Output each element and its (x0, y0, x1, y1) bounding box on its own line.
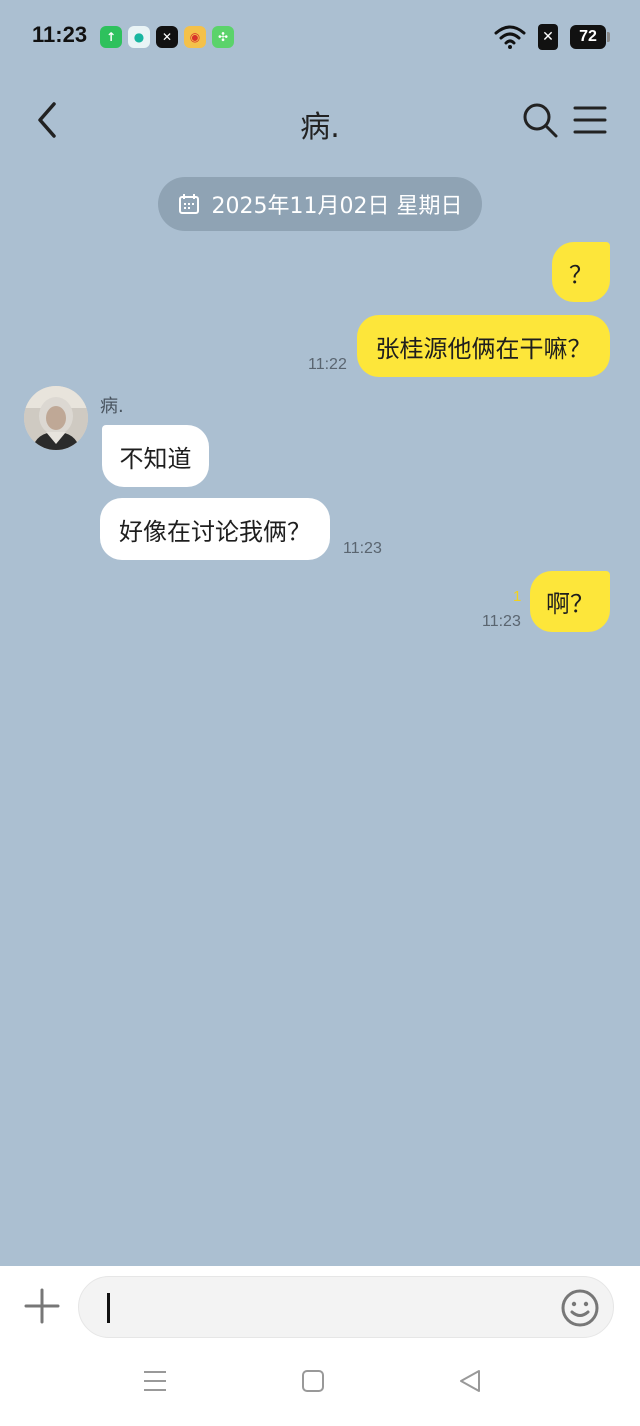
message-bubble-sent[interactable]: 张桂源他俩在干嘛？ (357, 315, 610, 377)
avatar-photo (24, 386, 88, 450)
input-bar (0, 1266, 640, 1426)
message-bubble-received[interactable]: 不知道 (102, 425, 209, 487)
avatar[interactable] (24, 386, 88, 450)
status-time: 11:23 (32, 22, 88, 47)
message-bubble-received[interactable]: 好像在讨论我俩？ (100, 498, 330, 560)
notification-app-icons: ↑ ● ✕ ◉ ✣ (100, 26, 234, 48)
drop-app-icon: ● (128, 26, 150, 48)
unread-count: 1 (513, 588, 522, 605)
weibo-app-icon: ◉ (184, 26, 206, 48)
date-divider: 2025年11月02日 星期日 (158, 177, 482, 231)
message-bubble-sent[interactable]: ？ (552, 242, 610, 302)
battery-level: 72 (570, 25, 606, 49)
upload-app-icon: ↑ (100, 26, 122, 48)
clover-app-icon: ✣ (212, 26, 234, 48)
status-right: ✕ 72 (494, 24, 610, 50)
home-icon[interactable] (298, 1366, 328, 1396)
status-bar: 11:23 ↑ ● ✕ ◉ ✣ ✕ 72 (0, 0, 640, 72)
plus-icon[interactable] (22, 1286, 62, 1326)
message-time: 11:23 (482, 613, 521, 630)
recent-apps-icon[interactable] (140, 1366, 170, 1396)
battery-icon: 72 (570, 25, 610, 49)
calendar-icon (178, 194, 199, 214)
capcut-app-icon: ✕ (156, 26, 178, 48)
menu-icon[interactable] (572, 102, 608, 138)
sender-name: 病. (100, 396, 124, 417)
wifi-icon (494, 25, 526, 49)
chat-header: 病. (0, 88, 640, 152)
search-icon[interactable] (520, 100, 560, 140)
x-badge-icon: ✕ (538, 24, 558, 50)
date-divider-text: 2025年11月02日 星期日 (211, 194, 463, 219)
battery-tip (607, 32, 610, 42)
back-nav-icon[interactable] (455, 1366, 485, 1396)
message-bubble-sent[interactable]: 啊？ (530, 571, 610, 632)
system-nav-bar (0, 1356, 640, 1416)
message-input[interactable] (78, 1276, 614, 1338)
emoji-icon[interactable] (559, 1287, 601, 1329)
message-time: 11:23 (343, 540, 382, 557)
message-time: 11:22 (308, 356, 347, 373)
text-cursor (107, 1293, 110, 1323)
